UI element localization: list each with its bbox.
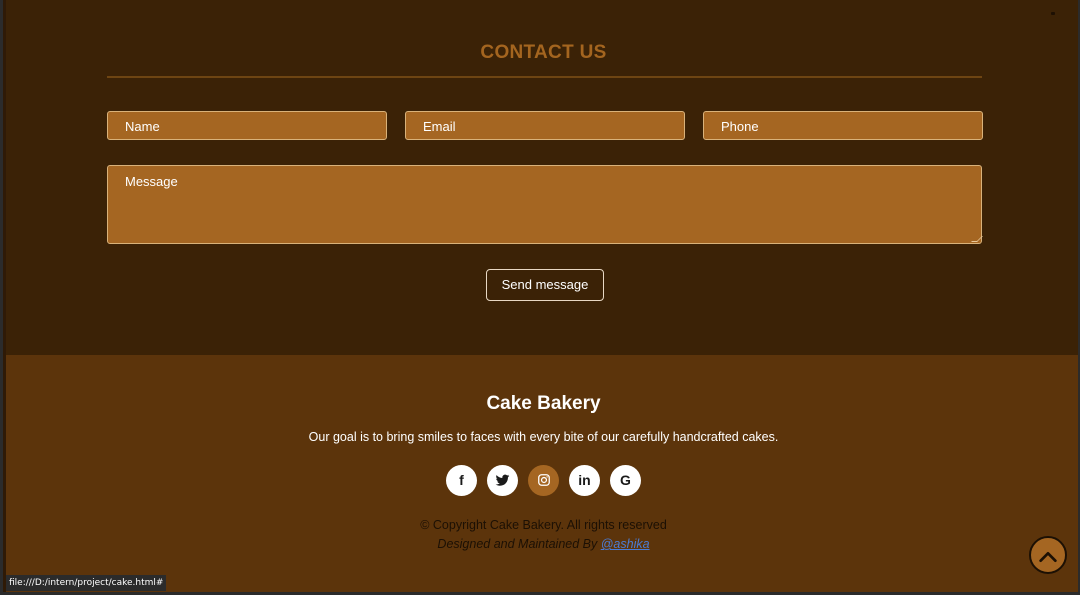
corner-dot [1051, 12, 1055, 15]
browser-viewport: CONTACT US Name Email Phone Message Send… [0, 0, 1080, 595]
send-message-button[interactable]: Send message [486, 269, 604, 301]
phone-field[interactable]: Phone [703, 111, 983, 140]
facebook-icon[interactable]: f [446, 465, 477, 496]
footer: Cake Bakery Our goal is to bring smiles … [6, 355, 1078, 592]
contact-title: CONTACT US [480, 42, 607, 63]
contact-section: CONTACT US Name Email Phone Message Send… [6, 0, 1078, 355]
credit-prefix: Designed and Maintained By [437, 537, 601, 551]
status-bar-url: file:///D:/intern/project/cake.html# [6, 575, 167, 591]
author-link[interactable]: @ashika [601, 537, 650, 551]
message-placeholder: Message [125, 174, 178, 189]
google-icon[interactable]: G [610, 465, 641, 496]
footer-tagline: Our goal is to bring smiles to faces wit… [308, 430, 779, 444]
instagram-icon[interactable] [528, 465, 559, 496]
linkedin-icon[interactable]: in [569, 465, 600, 496]
footer-brand: Cake Bakery [486, 393, 601, 414]
message-field[interactable]: Message [107, 165, 983, 244]
name-field[interactable]: Name [107, 111, 387, 140]
social-links: f in G [6, 465, 1078, 496]
credit-line: Designed and Maintained By @ashika [6, 537, 1078, 551]
email-field[interactable]: Email [405, 111, 685, 140]
title-divider [107, 76, 982, 78]
resize-handle-icon[interactable] [971, 236, 983, 242]
copyright-text: © Copyright Cake Bakery. All rights rese… [420, 518, 667, 532]
chevron-up-icon [1039, 551, 1057, 563]
back-to-top-button[interactable] [1029, 536, 1067, 574]
twitter-icon[interactable] [487, 465, 518, 496]
